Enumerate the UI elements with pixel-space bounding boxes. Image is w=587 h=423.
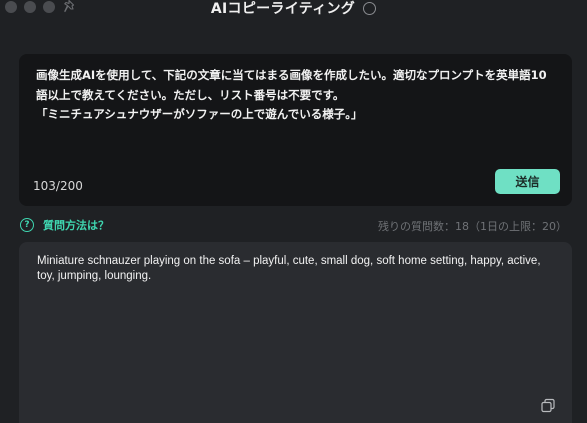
question-circle-icon: ?: [20, 218, 34, 232]
result-box: Miniature schnauzer playing on the sofa …: [19, 242, 572, 423]
titlebar: AIコピーライティング: [0, 0, 587, 18]
app-window: AIコピーライティング 画像生成AIを使用して、下記の文章に当てはまる画像を作成…: [0, 0, 587, 423]
help-label: 質問方法は？: [43, 219, 109, 232]
window-title-wrap: AIコピーライティング: [0, 0, 587, 18]
help-link[interactable]: ? 質問方法は？: [20, 216, 109, 234]
window-title: AIコピーライティング: [210, 1, 356, 17]
result-text: Miniature schnauzer playing on the sofa …: [37, 255, 541, 282]
info-icon[interactable]: [363, 1, 377, 15]
remaining-questions: 残りの質問数：18（1日の上限：20）: [378, 220, 567, 233]
char-count: 103/200: [33, 179, 83, 193]
copy-icon[interactable]: [540, 398, 556, 414]
send-button[interactable]: 送信: [495, 169, 560, 194]
prompt-input-box[interactable]: 画像生成AIを使用して、下記の文章に当てはまる画像を作成したい。適切なプロンプト…: [19, 54, 572, 206]
prompt-text[interactable]: 画像生成AIを使用して、下記の文章に当てはまる画像を作成したい。適切なプロンプト…: [36, 66, 556, 125]
